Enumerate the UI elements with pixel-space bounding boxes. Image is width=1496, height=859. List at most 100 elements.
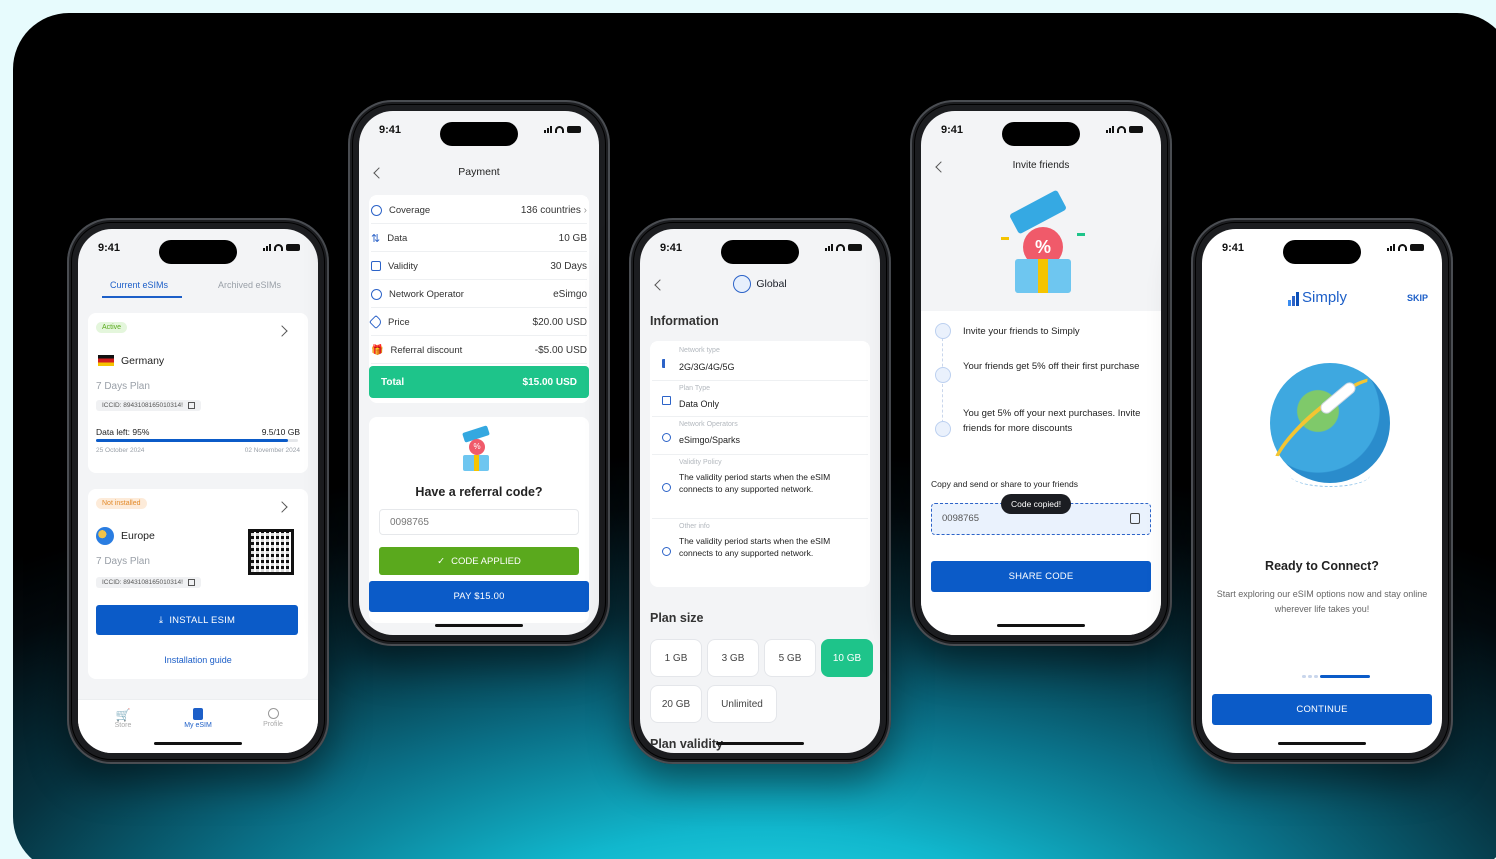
tag-icon <box>368 314 384 330</box>
esim-card-germany[interactable]: Active Germany 7 Days Plan ICCID: 894310… <box>88 313 308 473</box>
status-icons <box>544 126 581 133</box>
status-time: 9:41 <box>660 242 683 254</box>
onboarding-heading: Ready to Connect? <box>1265 559 1379 573</box>
install-esim-label: INSTALL ESIM <box>169 614 236 626</box>
payment-screen: 9:41 Payment Coverage 136 countries › ⇅ Da… <box>359 111 599 635</box>
plan-size-heading: Plan size <box>650 611 704 625</box>
iccid-chip[interactable]: ICCID: 8943108165010314! <box>96 400 201 411</box>
iccid-chip[interactable]: ICCID: 8943108165010314! <box>96 577 201 588</box>
copy-hint: Copy and send or share to your friends <box>931 479 1078 489</box>
globe-icon <box>371 204 382 216</box>
size-option-1gb[interactable]: 1 GB <box>650 639 702 677</box>
copy-icon[interactable] <box>1130 513 1140 524</box>
status-icons <box>263 244 300 251</box>
wifi-icon <box>836 244 845 251</box>
battery-icon <box>1129 126 1143 133</box>
copy-icon[interactable] <box>187 579 195 586</box>
phone-onboarding: 9:41 Simply SKIP Ready to Connect? Start… <box>1191 218 1453 764</box>
info-value: eSimgo/Sparks <box>679 435 741 445</box>
esim-card-europe[interactable]: Not installed Europe 7 Days Plan ICCID: … <box>88 489 308 679</box>
row-data: ⇅ Data 10 GB <box>371 225 587 252</box>
nav-profile-label: Profile <box>263 721 283 728</box>
info-other: Other info The validity period starts whe… <box>652 519 868 583</box>
onboarding-screen: 9:41 Simply SKIP Ready to Connect? Start… <box>1202 229 1442 753</box>
chevron-right-icon[interactable] <box>276 501 288 513</box>
row-value: eSimgo <box>553 288 587 300</box>
data-progress-fill <box>96 439 288 442</box>
qr-code[interactable] <box>246 527 296 577</box>
row-price: Price $20.00 USD <box>368 309 587 336</box>
info-plan-type: Plan Type Data Only <box>652 381 868 417</box>
my-esim-screen: 9:41 Current eSIMs Archived eSIMs Active… <box>78 229 318 753</box>
phone-invite-friends: 9:41 Invite friends % Invite your friend… <box>910 100 1172 646</box>
esim-country: Germany <box>121 355 165 367</box>
home-indicator <box>997 624 1085 627</box>
brand-logo: Simply <box>1288 289 1347 306</box>
pay-button[interactable]: PAY $15.00 <box>369 581 589 612</box>
row-value: -$5.00 USD <box>534 344 587 356</box>
tab-current-esims[interactable]: Current eSIMs <box>110 280 168 290</box>
tag-icon <box>935 367 951 383</box>
nav-my-esim[interactable]: My eSIM <box>178 708 218 729</box>
globe-icon <box>96 527 114 545</box>
chevron-right-icon[interactable] <box>276 325 288 337</box>
dynamic-island <box>1002 122 1080 146</box>
plan-validity-heading: Plan validity <box>650 737 723 751</box>
tab-archived-esims[interactable]: Archived eSIMs <box>218 280 281 290</box>
row-referral-discount: 🎁 Referral discount -$5.00 USD <box>371 337 587 364</box>
data-left: Data left: 95% <box>96 427 150 437</box>
battery-icon <box>848 244 862 251</box>
size-option-5gb[interactable]: 5 GB <box>764 639 816 677</box>
globe-icon <box>371 288 382 300</box>
share-code-button[interactable]: SHARE CODE <box>931 561 1151 592</box>
document-icon <box>662 396 671 405</box>
globe-plane-illustration <box>1261 355 1395 495</box>
row-key: Network Operator <box>389 288 464 300</box>
row-network-operator: Network Operator eSimgo <box>371 281 587 308</box>
code-applied-button[interactable]: ✓ CODE APPLIED <box>379 547 579 575</box>
battery-icon <box>1410 244 1424 251</box>
phone-payment: 9:41 Payment Coverage 136 countries › ⇅ Da… <box>348 100 610 646</box>
page-title: Payment <box>458 166 500 178</box>
row-value: $20.00 USD <box>532 316 587 328</box>
gift-icon <box>935 421 951 437</box>
info-value: 2G/3G/4G/5G <box>679 362 735 372</box>
installation-guide-link[interactable]: Installation guide <box>88 655 308 665</box>
gift-icon: 🎁 <box>371 344 384 356</box>
check-circle-icon <box>662 483 671 492</box>
calendar-icon <box>371 261 381 271</box>
nav-store[interactable]: 🛒 Store <box>108 708 138 729</box>
battery-icon <box>286 244 300 251</box>
install-esim-button[interactable]: ⤓ INSTALL ESIM <box>96 605 298 635</box>
info-validity-policy: Validity Policy The validity period start… <box>652 455 868 519</box>
globe-icon <box>733 275 752 293</box>
row-value: 10 GB <box>558 232 587 244</box>
signal-icon <box>662 359 671 368</box>
size-option-10gb[interactable]: 10 GB <box>821 639 873 677</box>
status-time: 9:41 <box>1222 242 1245 254</box>
status-icons <box>825 244 862 251</box>
continue-button[interactable]: CONTINUE <box>1212 694 1432 725</box>
skip-button[interactable]: SKIP <box>1407 293 1428 303</box>
size-option-3gb[interactable]: 3 GB <box>707 639 759 677</box>
dynamic-island <box>1283 240 1361 264</box>
copy-icon[interactable] <box>187 402 195 409</box>
row-key: Coverage <box>389 204 431 216</box>
nav-profile[interactable]: Profile <box>253 708 293 728</box>
referral-code-input[interactable]: 0098765 <box>379 509 579 535</box>
info-value: The validity period starts when the eSIM… <box>679 536 831 558</box>
info-icon <box>662 547 671 556</box>
info-network-operators: Network Operators eSimgo/Sparks <box>652 417 868 455</box>
size-option-unlimited[interactable]: Unlimited <box>707 685 777 723</box>
total-bar: Total $15.00 USD <box>369 366 589 398</box>
step-3: You get 5% off your next purchases. Invi… <box>963 408 1141 434</box>
row-key: Data <box>387 232 408 244</box>
size-option-20gb[interactable]: 20 GB <box>650 685 702 723</box>
info-label: Network type <box>679 347 720 354</box>
global-plan-screen: 9:41 Global Information Network type 2G/3… <box>640 229 880 753</box>
row-coverage[interactable]: Coverage 136 countries › <box>371 197 587 224</box>
wifi-icon <box>1117 126 1126 133</box>
wifi-icon <box>1398 244 1407 251</box>
info-label: Network Operators <box>679 421 738 428</box>
iccid-text: ICCID: 8943108165010314! <box>102 402 183 409</box>
